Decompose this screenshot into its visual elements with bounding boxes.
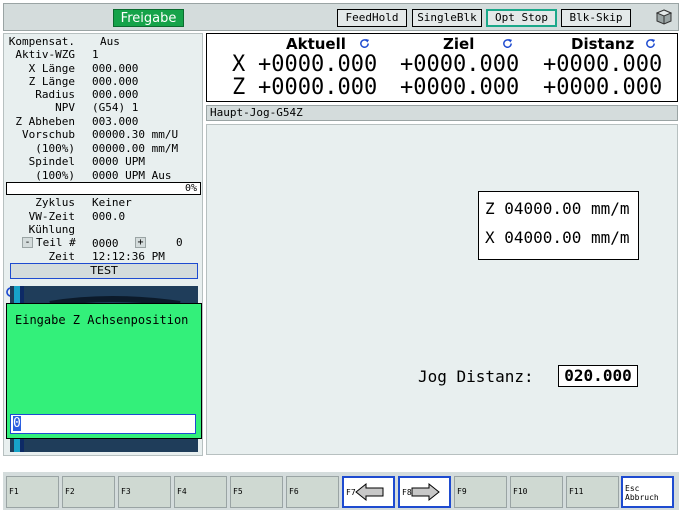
info-value: Keiner xyxy=(92,196,132,209)
coord-header-distanz: Distanz xyxy=(571,35,635,53)
info-value: 003.000 xyxy=(92,115,139,128)
freigabe-status: Freigabe xyxy=(113,9,184,27)
info-label: Kompensat. xyxy=(8,35,75,48)
z-aktuell-value: +0000.000 xyxy=(258,75,378,100)
x-feed-value: X 04000.00 mm/m xyxy=(485,228,630,247)
teil-count: 0 xyxy=(176,236,183,249)
info-value: 0000 UPM xyxy=(92,155,145,168)
info-label: NPV xyxy=(55,101,75,114)
info-value: 000.0 xyxy=(92,210,126,223)
x-ziel-value: +0000.000 xyxy=(400,52,520,77)
f5-key[interactable]: F5 xyxy=(230,476,283,508)
dialog-title: Eingabe Z Achsenposition xyxy=(15,313,189,327)
info-label: (100%) xyxy=(35,169,75,182)
z-feed-value: Z 04000.00 mm/m xyxy=(485,199,630,218)
teil-value: 0000 xyxy=(92,237,119,250)
z-ziel-value: +0000.000 xyxy=(400,75,520,100)
info-value: 000.000 xyxy=(92,62,139,75)
blkskip-button[interactable]: Blk-Skip xyxy=(561,9,631,27)
z-distanz-value: +0000.000 xyxy=(543,75,663,100)
refresh-icon[interactable] xyxy=(502,38,513,49)
singleblk-button[interactable]: SingleBlk xyxy=(412,9,482,27)
info-value: Aus xyxy=(100,35,120,48)
input-value: 0 xyxy=(13,416,21,431)
teil-minus-button[interactable]: - xyxy=(22,237,33,248)
arrow-right-icon xyxy=(411,482,440,502)
teil-plus-button[interactable]: + xyxy=(135,237,146,248)
f9-key[interactable]: F9 xyxy=(454,476,507,508)
jog-area xyxy=(206,124,678,455)
arrow-left-icon xyxy=(355,482,384,502)
coord-header-ziel: Ziel xyxy=(443,35,475,53)
info-value: 000.000 xyxy=(92,88,139,101)
z-position-input[interactable]: 0 xyxy=(10,414,196,434)
f10-key[interactable]: F10 xyxy=(510,476,563,508)
info-label: VW-Zeit xyxy=(28,210,75,223)
x-aktuell-value: +0000.000 xyxy=(258,52,378,77)
info-value: 1 xyxy=(92,48,99,61)
zeit-label: Zeit xyxy=(48,250,76,263)
zeit-value: 12:12:36 PM xyxy=(92,250,165,263)
jog-distance-label: Jog Distanz: xyxy=(418,367,534,386)
info-label: Kühlung xyxy=(28,223,75,236)
esc-abbruch-key[interactable]: Esc Abbruch xyxy=(621,476,674,508)
f2-key[interactable]: F2 xyxy=(62,476,115,508)
coord-header-aktuell: Aktuell xyxy=(286,35,346,53)
info-label: Vorschub xyxy=(22,128,75,141)
f11-key[interactable]: F11 xyxy=(566,476,619,508)
info-label: Spindel xyxy=(28,155,75,168)
info-value: 000.000 xyxy=(92,75,139,88)
refresh-icon[interactable] xyxy=(359,38,370,49)
info-label: (100%) xyxy=(35,142,75,155)
feedhold-button[interactable]: FeedHold xyxy=(337,9,407,27)
x-distanz-value: +0000.000 xyxy=(543,52,663,77)
f6-key[interactable]: F6 xyxy=(286,476,339,508)
teil-label: Teil # xyxy=(36,236,76,249)
program-progress-bar: 0% xyxy=(6,182,201,195)
info-value: 0000 UPM Aus xyxy=(92,169,172,182)
info-label: Zyklus xyxy=(35,196,75,209)
f3-key[interactable]: F3 xyxy=(118,476,171,508)
refresh-icon[interactable] xyxy=(645,38,656,49)
info-label: Z Abheben xyxy=(15,115,75,128)
axis-label-z: Z xyxy=(232,75,246,100)
info-label: Radius xyxy=(35,88,75,101)
info-label: X Länge xyxy=(28,62,75,75)
view-cube-icon[interactable] xyxy=(656,9,672,25)
jog-distance-value[interactable]: 020.000 xyxy=(558,365,638,387)
test-button[interactable]: TEST xyxy=(10,263,198,279)
jog-mode-title: Haupt-Jog-G54Z xyxy=(206,105,678,121)
f1-key[interactable]: F1 xyxy=(6,476,59,508)
axis-label-x: X xyxy=(232,52,246,77)
info-value: 00000.30 mm/U xyxy=(92,128,179,141)
info-label: Aktiv-WZG xyxy=(15,48,75,61)
info-label: Z Länge xyxy=(28,75,75,88)
f4-key[interactable]: F4 xyxy=(174,476,227,508)
optstop-button[interactable]: Opt Stop xyxy=(486,9,557,27)
info-value: (G54) 1 xyxy=(92,101,139,114)
info-value: 00000.00 mm/M xyxy=(92,142,179,155)
